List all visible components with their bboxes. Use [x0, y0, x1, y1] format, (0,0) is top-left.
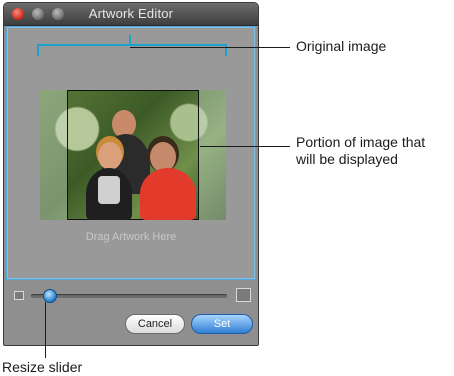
person-body: [140, 168, 196, 220]
window-title: Artwork Editor: [88, 6, 174, 21]
callout-portion-line1: Portion of image that: [296, 134, 426, 150]
title-bar[interactable]: Artwork Editor: [4, 3, 258, 26]
resize-slider-area: [4, 280, 258, 306]
original-image-bracket-stem: [129, 35, 131, 45]
callout-original-image: Original image: [296, 38, 387, 54]
cancel-button[interactable]: Cancel: [125, 314, 185, 334]
callout-resize-slider: Resize slider: [2, 359, 83, 375]
large-image-icon: [236, 288, 251, 302]
resize-slider-track[interactable]: [31, 294, 227, 298]
artwork-editor-window: Artwork Editor Drag Artwork Here Cancel …: [3, 2, 259, 346]
drag-artwork-label: Drag Artwork Here: [85, 231, 177, 243]
person-head: [98, 142, 122, 170]
callout-portion-line2: will be displayed: [296, 151, 398, 167]
callout-line-original: [130, 47, 290, 48]
callout-line-slider: [45, 302, 46, 358]
outside-crop-right: [199, 90, 226, 220]
set-button[interactable]: Set: [191, 314, 253, 334]
original-image[interactable]: [40, 90, 226, 220]
person-shirt: [98, 176, 120, 204]
resize-slider-thumb[interactable]: [43, 289, 57, 303]
original-image-bracket: [37, 44, 227, 56]
outside-crop-left: [40, 90, 67, 220]
callout-line-portion: [200, 146, 290, 147]
small-image-icon: [14, 291, 24, 300]
